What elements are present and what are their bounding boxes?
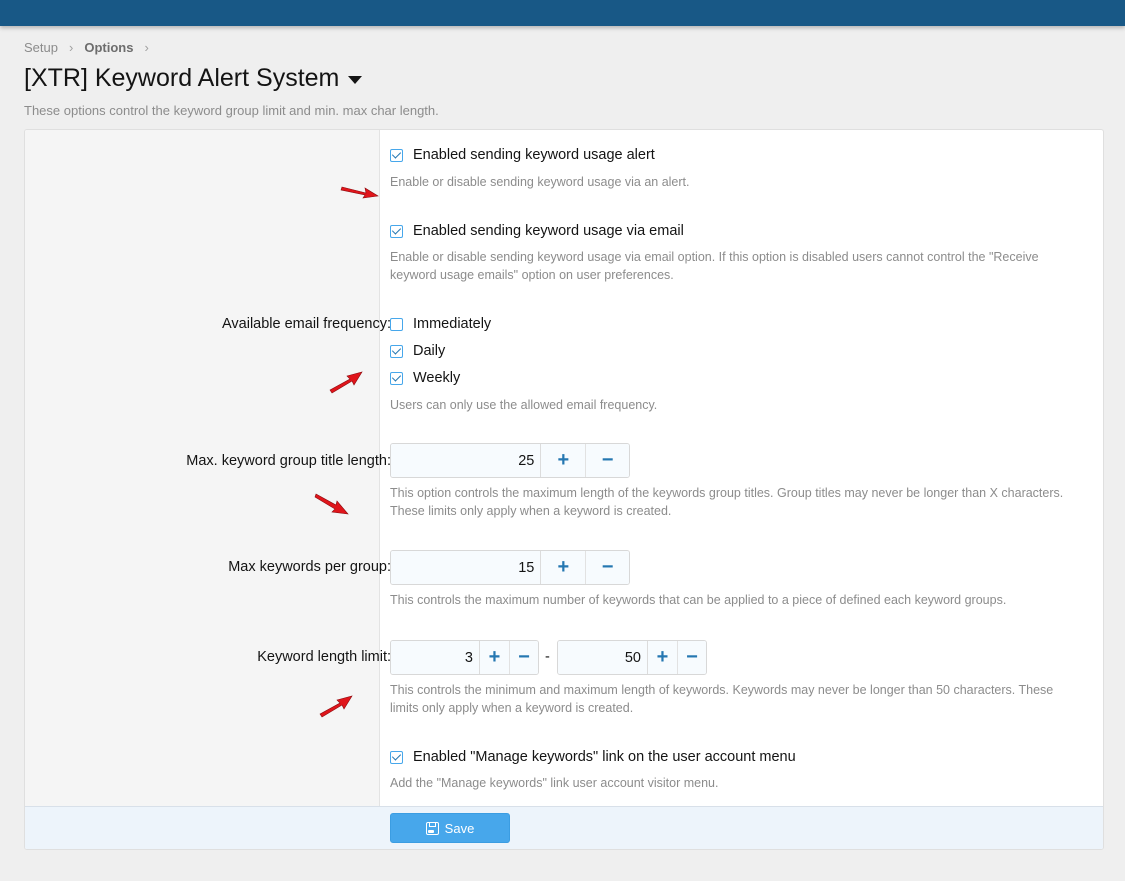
annotation-arrow-icon (329, 371, 363, 394)
immediately-checkbox[interactable] (390, 317, 403, 331)
daily-checkbox[interactable] (390, 344, 403, 358)
annotation-arrow-icon (319, 695, 353, 718)
frequency-immediately-option[interactable]: Immediately (390, 316, 491, 332)
alert-hint: Enable or disable sending keyword usage … (390, 175, 690, 189)
alert-option[interactable]: Enabled sending keyword usage alert (390, 147, 655, 163)
title-length-increment-button[interactable]: + (541, 444, 586, 477)
email-checkbox[interactable] (390, 224, 403, 238)
frequency-weekly-option[interactable]: Weekly (390, 370, 460, 386)
weekly-checkbox[interactable] (390, 371, 403, 385)
length-limit-max-increment-button[interactable]: + (648, 641, 677, 674)
top-navigation-bar (0, 0, 1125, 26)
page-title[interactable]: [XTR] Keyword Alert System (24, 64, 363, 93)
breadcrumb: Setup › Options › (24, 40, 160, 55)
annotation-arrow-icon (340, 186, 379, 199)
title-length-row-label: Max. keyword group title length: (186, 453, 391, 469)
length-limit-min-increment-button[interactable]: + (480, 641, 509, 674)
length-limit-separator: - (545, 649, 550, 665)
length-limit-min-input[interactable]: 3 (391, 641, 480, 674)
page-description: These options control the keyword group … (24, 103, 439, 118)
annotation-arrow-icon (314, 493, 349, 515)
weekly-label: Weekly (413, 370, 461, 386)
manage-link-checkbox[interactable] (390, 750, 403, 764)
immediately-label: Immediately (413, 316, 492, 332)
length-limit-max-input[interactable]: 50 (558, 641, 648, 674)
title-length-input[interactable]: 25 (391, 444, 542, 477)
manage-link-hint: Add the "Manage keywords" link user acco… (390, 776, 719, 790)
keywords-per-group-stepper: 15 + − (390, 550, 630, 585)
save-icon (425, 821, 439, 835)
keywords-per-group-increment-button[interactable]: + (541, 551, 586, 584)
page-title-text: [XTR] Keyword Alert System (24, 64, 340, 92)
manage-link-label: Enabled "Manage keywords" link on the us… (413, 749, 796, 765)
title-length-hint-line-2: These limits only apply when a keyword i… (390, 504, 672, 518)
daily-label: Daily (413, 343, 446, 359)
manage-link-option[interactable]: Enabled "Manage keywords" link on the us… (390, 749, 796, 765)
frequency-hint: Users can only use the allowed email fre… (390, 398, 658, 412)
form-footer (25, 806, 1103, 849)
alert-label: Enabled sending keyword usage alert (413, 147, 655, 163)
email-hint-line-2: keyword usage emails" option on user pre… (390, 268, 674, 282)
length-limit-min-stepper: 3 + − (390, 640, 539, 675)
title-length-stepper: 25 + − (390, 443, 630, 478)
length-limit-hint-line-2: limits only apply when a keyword is crea… (390, 701, 634, 715)
keywords-per-group-input[interactable]: 15 (391, 551, 542, 584)
title-length-decrement-button[interactable]: − (585, 444, 629, 477)
email-label: Enabled sending keyword usage via email (413, 223, 684, 239)
length-limit-max-decrement-button[interactable]: − (677, 641, 706, 674)
length-limit-max-stepper: 50 + − (557, 640, 707, 675)
email-hint-line-1: Enable or disable sending keyword usage … (390, 250, 1039, 264)
frequency-daily-option[interactable]: Daily (390, 343, 445, 359)
keywords-per-group-row-label: Max keywords per group: (228, 559, 391, 575)
keywords-per-group-decrement-button[interactable]: − (585, 551, 629, 584)
save-button-label: Save (444, 820, 475, 836)
chevron-right-icon: › (68, 40, 74, 55)
length-limit-hint-line-1: This controls the minimum and maximum le… (390, 683, 1054, 697)
caret-down-icon[interactable] (348, 75, 363, 84)
alert-checkbox[interactable] (390, 148, 403, 162)
title-length-hint-line-1: This option controls the maximum length … (390, 486, 1064, 500)
email-option[interactable]: Enabled sending keyword usage via email (390, 223, 684, 239)
keywords-per-group-hint: This controls the maximum number of keyw… (390, 593, 1007, 607)
save-button[interactable]: Save (390, 813, 510, 843)
length-limit-min-decrement-button[interactable]: − (509, 641, 538, 674)
breadcrumb-options[interactable]: Options (84, 40, 133, 55)
chevron-right-icon: › (144, 40, 149, 55)
frequency-row-label: Available email frequency: (222, 316, 391, 332)
length-limit-row-label: Keyword length limit: (257, 649, 391, 665)
breadcrumb-setup[interactable]: Setup (24, 40, 58, 55)
